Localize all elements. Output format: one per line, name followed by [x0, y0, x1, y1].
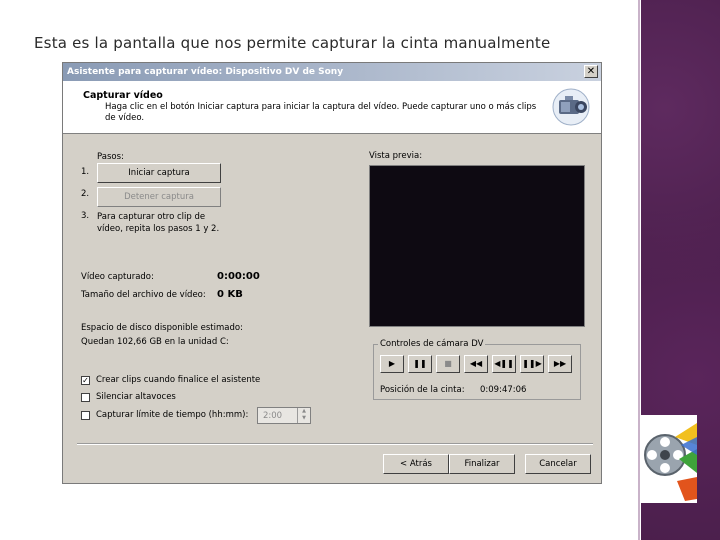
step3-text: Para capturar otro clip de vídeo, repita…: [97, 212, 220, 234]
spinner-buttons[interactable]: ▲ ▼: [297, 408, 310, 423]
windows-movie-maker-icon: [641, 415, 697, 503]
fast-forward-icon: ▶▶: [553, 359, 567, 368]
dialog-title: Asistente para capturar vídeo: Dispositi…: [67, 67, 344, 77]
spinner-down-icon[interactable]: ▼: [298, 415, 310, 422]
mute-speakers-label: Silenciar altavoces: [96, 392, 176, 402]
start-capture-button[interactable]: Iniciar captura: [97, 163, 221, 183]
close-button[interactable]: ✕: [584, 65, 598, 78]
file-size-label: Tamaño del archivo de vídeo:: [81, 290, 206, 300]
captured-video-value: 0:00:00: [217, 271, 260, 282]
step1-number: 1.: [81, 167, 90, 177]
previous-frame-button[interactable]: ◀❚❚: [492, 355, 516, 373]
footer-separator: [77, 443, 593, 445]
pause-icon: ❚❚: [413, 359, 427, 368]
spinner-up-icon[interactable]: ▲: [298, 408, 310, 415]
next-frame-icon: ❚❚▶: [522, 359, 542, 368]
rewind-icon: ◀◀: [469, 359, 483, 368]
dv-camera-controls: Controles de cámara DV ▶ ❚❚ ■ ◀◀ ◀❚❚ ❚❚▶…: [373, 339, 581, 400]
play-icon: ▶: [388, 359, 396, 368]
header-description: Haga clic en el botón Iniciar captura pa…: [105, 102, 537, 123]
step3-number: 3.: [81, 211, 90, 221]
camera-controls-label: Controles de cámara DV: [378, 339, 486, 349]
back-button[interactable]: < Atrás: [383, 454, 449, 474]
captured-video-label: Vídeo capturado:: [81, 272, 154, 282]
checkmark-icon: ✓: [82, 376, 89, 385]
close-icon: ✕: [586, 66, 596, 77]
video-camera-icon: [552, 88, 590, 126]
dialog-titlebar: Asistente para capturar vídeo: Dispositi…: [63, 63, 601, 81]
time-limit-value: 2:00: [263, 411, 283, 421]
time-limit-label: Capturar límite de tiempo (hh:mm):: [96, 410, 249, 420]
wizard-header: Capturar vídeo Haga clic en el botón Ini…: [63, 81, 601, 134]
play-button[interactable]: ▶: [380, 355, 404, 373]
capture-video-wizard-dialog: Asistente para capturar vídeo: Dispositi…: [62, 62, 602, 484]
create-clips-label: Crear clips cuando finalice el asistente: [96, 375, 261, 385]
time-limit-spinner[interactable]: 2:00 ▲ ▼: [257, 407, 311, 424]
pause-button[interactable]: ❚❚: [408, 355, 432, 373]
slide-title: Esta es la pantalla que nos permite capt…: [34, 34, 551, 52]
create-clips-checkbox[interactable]: ✓: [81, 376, 90, 385]
file-size-value: 0 KB: [217, 289, 243, 300]
cancel-button[interactable]: Cancelar: [525, 454, 591, 474]
fast-forward-button[interactable]: ▶▶: [548, 355, 572, 373]
finish-button[interactable]: Finalizar: [449, 454, 515, 474]
tape-position-value: 0:09:47:06: [480, 385, 527, 395]
disk-space-label: Espacio de disco disponible estimado:: [81, 323, 243, 333]
stop-button[interactable]: ■: [436, 355, 460, 373]
next-frame-button[interactable]: ❚❚▶: [520, 355, 544, 373]
step2-number: 2.: [81, 189, 90, 199]
stop-icon: ■: [444, 359, 452, 368]
video-preview: [369, 165, 585, 327]
mute-speakers-checkbox[interactable]: [81, 393, 90, 402]
disk-space-value: Quedan 102,66 GB en la unidad C:: [81, 337, 229, 347]
header-title: Capturar vídeo: [83, 90, 163, 101]
tape-position-label: Posición de la cinta:: [380, 385, 465, 395]
side-divider: [638, 0, 640, 540]
preview-label: Vista previa:: [369, 151, 423, 161]
stop-capture-button[interactable]: Detener captura: [97, 187, 221, 207]
time-limit-checkbox[interactable]: [81, 411, 90, 420]
previous-frame-icon: ◀❚❚: [494, 359, 514, 368]
steps-label: Pasos:: [97, 152, 124, 162]
rewind-button[interactable]: ◀◀: [464, 355, 488, 373]
